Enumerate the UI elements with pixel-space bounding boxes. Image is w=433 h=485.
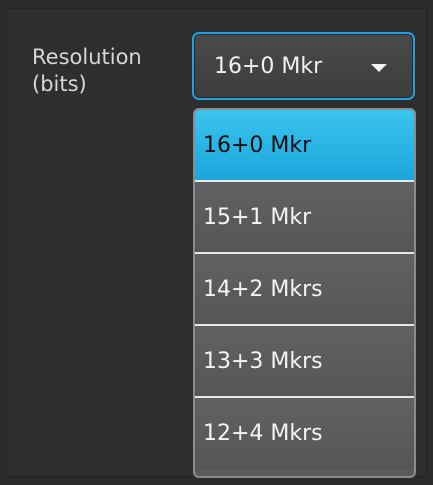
resolution-select[interactable]: 16+0 Mkr [192,32,415,100]
chevron-down-icon [371,64,387,72]
resolution-dropdown-list: 16+0 Mkr 15+1 Mkr 14+2 Mkrs 13+3 Mkrs 12… [193,108,416,478]
option-label: 14+2 Mkrs [203,277,323,302]
resolution-label: Resolution (bits) [32,44,182,98]
option-13-3-mkrs[interactable]: 13+3 Mkrs [195,326,414,398]
option-12-4-mkrs[interactable]: 12+4 Mkrs [195,398,414,470]
option-label: 16+0 Mkr [203,133,312,158]
resolution-select-value: 16+0 Mkr [214,54,323,79]
option-label: 13+3 Mkrs [203,349,323,374]
option-14-2-mkrs[interactable]: 14+2 Mkrs [195,254,414,326]
resolution-label-line1: Resolution [32,45,142,69]
option-15-1-mkr[interactable]: 15+1 Mkr [195,182,414,254]
option-16-0-mkr[interactable]: 16+0 Mkr [195,110,414,182]
option-label: 12+4 Mkrs [203,421,323,446]
resolution-label-line2: (bits) [32,72,87,96]
option-label: 15+1 Mkr [203,205,312,230]
